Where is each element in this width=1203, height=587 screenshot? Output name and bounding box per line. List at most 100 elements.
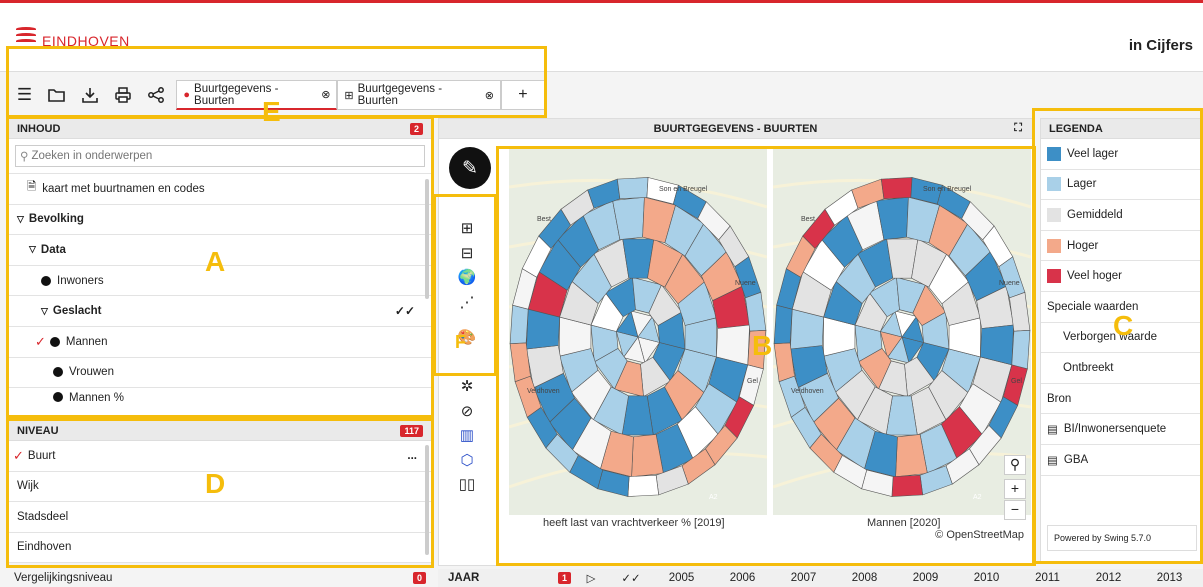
inhoud-count-badge: 2 <box>409 122 423 135</box>
map-right[interactable]: Son en Breugel Best Nuene Veldhoven Gel A2 <box>773 147 1031 515</box>
tree-item-mannen-pct[interactable]: Mannen % <box>9 387 431 405</box>
tree-item-label: Geslacht <box>52 305 102 318</box>
search-box[interactable]: ⚲ <box>15 145 425 167</box>
year-2008[interactable]: 2008 <box>834 572 895 584</box>
neighbourhood-area[interactable] <box>880 177 913 200</box>
neighbourhood-area[interactable] <box>509 304 529 345</box>
neighbourhood-area[interactable] <box>891 474 924 497</box>
tree-item-bevolking[interactable]: ▽ Bevolking <box>9 203 431 235</box>
tab-table-buurtgegevens[interactable]: ⊞ Buurtgegevens - Buurten ⊗ <box>337 80 501 110</box>
place-label: Veldhoven <box>527 388 560 395</box>
legend-swatch <box>1047 238 1061 253</box>
download-icon[interactable] <box>78 82 103 108</box>
tab-map-buurtgegevens[interactable]: ● Buurtgegevens - Buurten ⊗ <box>176 80 338 110</box>
neighbourhood-area[interactable] <box>1011 329 1031 370</box>
legend-class[interactable]: Veel hoger <box>1041 261 1202 292</box>
settings-gear-icon[interactable]: ✲ <box>461 375 474 397</box>
legend-class[interactable]: Gemiddeld <box>1041 200 1202 231</box>
triangle-down-icon: ▽ <box>41 305 48 316</box>
legend-bron-label: Bron <box>1047 392 1072 405</box>
menu-icon[interactable]: ☰ <box>12 82 37 108</box>
year-2005[interactable]: 2005 <box>651 572 712 584</box>
checkmark-icon: ✓ <box>13 447 24 463</box>
edit-pencil-button[interactable]: ✎ <box>449 147 491 189</box>
place-label: Gel <box>747 378 758 385</box>
tag-icon[interactable]: ⬡ <box>460 449 473 471</box>
niveau-item-stadsdeel[interactable]: Stadsdeel <box>9 502 431 533</box>
share-icon[interactable] <box>144 82 169 108</box>
tree-item-vrouwen[interactable]: Vrouwen <box>9 356 431 388</box>
osm-attribution[interactable]: © OpenStreetMap <box>935 529 1024 541</box>
annotation-label-f: F <box>455 332 466 352</box>
columns-icon[interactable]: ▯▯ <box>459 473 476 495</box>
annotation-label-b: B <box>752 330 773 361</box>
road-label: A2 <box>709 494 718 501</box>
close-icon[interactable]: ⊗ <box>485 89 494 102</box>
year-2013[interactable]: 2013 <box>1139 572 1200 584</box>
legend-class[interactable]: Lager <box>1041 170 1202 201</box>
print-icon[interactable] <box>111 82 136 108</box>
triangle-down-icon: ▽ <box>29 244 36 255</box>
zoom-in-button[interactable]: + <box>1004 479 1026 499</box>
close-icon[interactable]: ⊗ <box>321 88 330 101</box>
map-left[interactable]: Son en Breugel Best Nuene Veldhoven Gel A2 <box>509 147 767 515</box>
map-right-choropleth[interactable]: Son en Breugel Best Nuene Veldhoven Gel A2 <box>773 147 1031 515</box>
globe-icon[interactable]: 🌍 <box>458 266 477 288</box>
year-2006[interactable]: 2006 <box>712 572 773 584</box>
inhoud-title: INHOUD <box>17 122 61 135</box>
year-2009[interactable]: 2009 <box>895 572 956 584</box>
map-layer-icon[interactable]: ▥ <box>460 424 474 446</box>
tree-item-label: Vrouwen <box>69 366 114 379</box>
add-tab-button[interactable]: + <box>500 80 546 110</box>
legend-bron-title: Bron <box>1041 384 1202 415</box>
folder-open-icon[interactable] <box>45 82 70 108</box>
powered-by[interactable]: Powered by Swing 5.7.0 <box>1047 525 1197 551</box>
neighbourhood-area[interactable] <box>616 177 649 200</box>
checkmark-icon: ✓ <box>35 333 46 349</box>
tree-item-mannen[interactable]: ✓ Mannen <box>9 325 431 357</box>
more-options-icon[interactable]: ... <box>407 450 417 462</box>
search-input[interactable] <box>31 150 424 162</box>
legend-class[interactable]: Hoger <box>1041 231 1202 262</box>
legend-bron-item[interactable]: ▤ GBA <box>1041 445 1202 476</box>
tab-label: Buurtgegevens - Buurten <box>357 83 443 107</box>
year-2010[interactable]: 2010 <box>956 572 1017 584</box>
eindhoven-logo[interactable]: EINDHOVEN <box>16 27 130 49</box>
legend-bron-item[interactable]: ▤ BI/Inwonersenquete <box>1041 414 1202 445</box>
year-2011[interactable]: 2011 <box>1017 572 1078 584</box>
year-2012[interactable]: 2012 <box>1078 572 1139 584</box>
year-2007[interactable]: 2007 <box>773 572 834 584</box>
legend-class-label: Hoger <box>1067 239 1099 252</box>
legend-header: LEGENDA <box>1041 119 1202 139</box>
neighbourhood-area[interactable] <box>773 304 793 345</box>
fullscreen-icon[interactable]: ⛶ <box>1014 122 1022 135</box>
niveau-item-label: Stadsdeel <box>17 510 69 523</box>
source-book-icon: ▤ <box>1047 454 1058 467</box>
table-icon[interactable]: ⊞ <box>461 217 474 239</box>
map-left-choropleth[interactable]: Son en Breugel Best Nuene Veldhoven Gel A2 <box>509 147 767 515</box>
tree-item-kaart[interactable]: 🗎 kaart met buurtnamen en codes <box>9 173 431 204</box>
double-check-icon[interactable]: ✓✓ <box>395 304 415 318</box>
niveau-scrollbar[interactable] <box>425 445 429 555</box>
place-label: Best <box>537 216 551 223</box>
locate-icon[interactable]: ⚲ <box>1004 455 1026 475</box>
tab-label: Buurtgegevens - Buurten <box>194 82 279 107</box>
neighbourhood-area[interactable] <box>627 474 660 497</box>
search-icon: ⚲ <box>20 151 29 163</box>
tree-item-geslacht[interactable]: ▽ Geslacht ✓✓ <box>9 295 431 326</box>
double-check-icon[interactable]: ✓✓ <box>611 571 651 585</box>
road-label: A2 <box>973 494 982 501</box>
inhoud-scrollbar[interactable] <box>425 179 429 299</box>
vergelijkingsniveau-row[interactable]: Vergelijkingsniveau 0 <box>8 569 432 587</box>
zoom-out-button[interactable]: − <box>1004 500 1026 520</box>
niveau-item-eindhoven[interactable]: Eindhoven <box>9 533 431 563</box>
legend-class[interactable]: Veel lager <box>1041 139 1202 170</box>
table-filled-icon[interactable]: ⊟ <box>461 242 474 264</box>
place-label: Veldhoven <box>791 388 824 395</box>
map-panel: BUURTGEGEVENS - BUURTEN ⛶ ✎ ⊞ ⊟ 🌍 ⋰ 🎨 ✲ … <box>438 118 1033 566</box>
play-icon[interactable]: ▷ <box>571 571 611 585</box>
annotation-label-e: E <box>262 96 281 127</box>
niveau-item-buurt[interactable]: ✓ Buurt ... <box>9 441 431 472</box>
scatter-icon[interactable]: ⋰ <box>460 291 475 313</box>
hide-eye-icon[interactable]: ⊘ <box>461 400 474 422</box>
